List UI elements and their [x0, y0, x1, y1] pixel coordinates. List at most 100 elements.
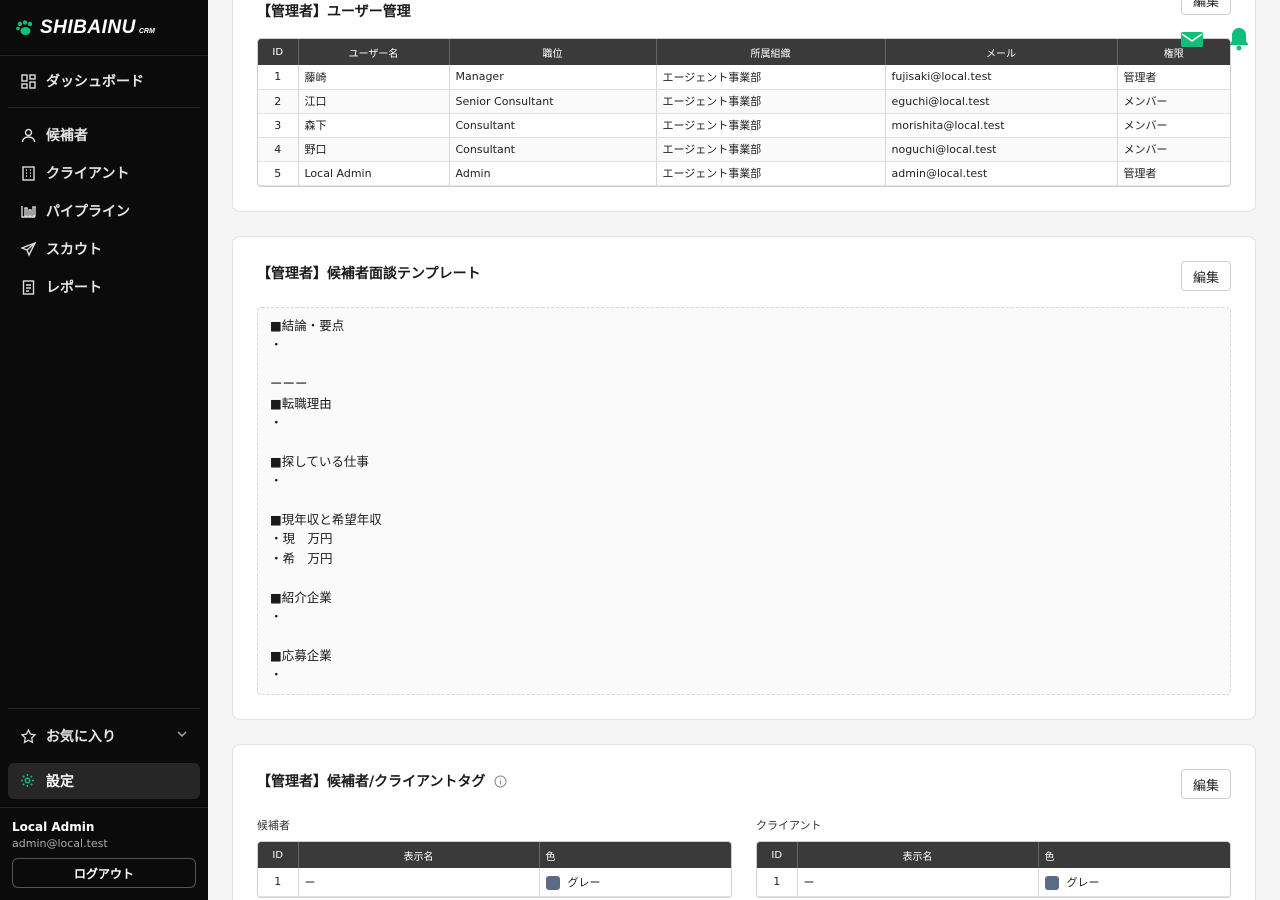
sidebar-item-label: レポート	[46, 280, 102, 296]
cell-position: Admin	[449, 161, 657, 186]
gear-icon	[20, 773, 36, 789]
candidate-tags-label: 候補者	[257, 819, 290, 832]
logout-button[interactable]: ログアウト	[12, 858, 196, 888]
pipeline-icon	[20, 203, 36, 219]
sidebar-item-label: 候補者	[46, 128, 88, 144]
header-icons	[1180, 26, 1250, 52]
logo[interactable]: SHIBAINU CRM	[0, 0, 208, 56]
cell-username: 森下	[298, 113, 450, 138]
cell-email: admin@local.test	[885, 161, 1118, 186]
cell-org: エージェント事業部	[656, 137, 886, 162]
cell-username: 江口	[298, 89, 450, 114]
table-row[interactable]: 4 野口 Consultant エージェント事業部 noguchi@local.…	[258, 137, 1230, 162]
users-card-title: 【管理者】ユーザー管理	[257, 4, 411, 20]
sidebar: SHIBAINU CRM ダッシュボード 候補者 クライアント パイプライン ス…	[0, 0, 208, 900]
cell-role: メンバー	[1117, 113, 1230, 138]
tags-edit-button[interactable]: 編集	[1181, 769, 1231, 799]
column-header[interactable]: 表示名	[797, 842, 1039, 868]
column-header[interactable]: 表示名	[298, 842, 540, 868]
dashboard-icon	[20, 73, 36, 89]
client-tags-label: クライアント	[756, 819, 822, 832]
column-header[interactable]: ID	[258, 842, 299, 868]
cell-email: eguchi@local.test	[885, 89, 1118, 114]
brand-sub: CRM	[138, 28, 155, 35]
mail-icon[interactable]	[1180, 29, 1204, 49]
cell-org: エージェント事業部	[656, 65, 886, 90]
cell-id: 4	[258, 137, 299, 162]
column-header[interactable]: 所属組織	[656, 39, 886, 65]
sidebar-item-label: クライアント	[46, 166, 130, 182]
cell-id: 1	[757, 868, 798, 897]
main-content: 【管理者】ユーザー管理 編集 ID ユーザー名 職位 所属組織 メール 権限 1	[208, 0, 1280, 900]
candidate-tags-table: ID 表示名 色 1 ー グレー	[257, 841, 732, 898]
sidebar-item-dashboard[interactable]: ダッシュボード	[8, 62, 200, 100]
person-icon	[20, 127, 36, 143]
users-card: 【管理者】ユーザー管理 編集 ID ユーザー名 職位 所属組織 メール 権限 1	[232, 0, 1256, 212]
cell-display-name: ー	[797, 868, 1039, 897]
table-row[interactable]: 3 森下 Consultant エージェント事業部 morishita@loca…	[258, 113, 1230, 138]
table-row[interactable]: 1 ー グレー	[757, 868, 1230, 897]
tags-card: 【管理者】候補者/クライアントタグ 編集 候補者 ID 表示名 色 1 ー グレ…	[232, 744, 1256, 900]
cell-org: エージェント事業部	[656, 161, 886, 186]
cell-email: morishita@local.test	[885, 113, 1118, 138]
sidebar-item-candidates[interactable]: 候補者	[8, 116, 200, 154]
sidebar-item-label: パイプライン	[46, 204, 130, 220]
cell-username: 野口	[298, 137, 450, 162]
cell-color[interactable]: グレー	[1038, 868, 1230, 897]
cell-username: 藤崎	[298, 65, 450, 90]
user-email: admin@local.test	[12, 837, 108, 850]
template-card: 【管理者】候補者面談テンプレート 編集 ■結論・要点 ・ ーーー ■転職理由 ・…	[232, 236, 1256, 720]
cell-position: Consultant	[449, 137, 657, 162]
table-row[interactable]: 1 藤崎 Manager エージェント事業部 fujisaki@local.te…	[258, 65, 1230, 90]
building-icon	[20, 165, 36, 181]
report-icon	[20, 279, 36, 295]
cell-color[interactable]: グレー	[539, 868, 731, 897]
table-row[interactable]: 5 Local Admin Admin エージェント事業部 admin@loca…	[258, 161, 1230, 186]
column-header[interactable]: ID	[258, 39, 299, 65]
column-header[interactable]: 色	[539, 842, 731, 868]
cell-org: エージェント事業部	[656, 89, 886, 114]
sidebar-item-label: お気に入り	[46, 729, 116, 745]
sidebar-item-scout[interactable]: スカウト	[8, 230, 200, 268]
column-header[interactable]: メール	[885, 39, 1118, 65]
sidebar-item-report[interactable]: レポート	[8, 268, 200, 306]
sidebar-item-clients[interactable]: クライアント	[8, 154, 200, 192]
cell-org: エージェント事業部	[656, 113, 886, 138]
cell-username: Local Admin	[298, 161, 450, 186]
cell-role: メンバー	[1117, 137, 1230, 162]
users-table: ID ユーザー名 職位 所属組織 メール 権限 1 藤崎 Manager エージ…	[257, 38, 1231, 187]
column-header[interactable]: ユーザー名	[298, 39, 450, 65]
sidebar-item-pipeline[interactable]: パイプライン	[8, 192, 200, 230]
template-edit-button[interactable]: 編集	[1181, 261, 1231, 291]
sidebar-item-label: ダッシュボード	[46, 74, 144, 90]
paw-icon	[16, 19, 33, 35]
sidebar-item-favorites[interactable]: お気に入り	[8, 717, 200, 755]
users-edit-button[interactable]: 編集	[1181, 0, 1231, 15]
cell-id: 5	[258, 161, 299, 186]
table-row[interactable]: 1 ー グレー	[258, 868, 731, 897]
table-row[interactable]: 2 江口 Senior Consultant エージェント事業部 eguchi@…	[258, 89, 1230, 114]
tags-card-header: 【管理者】候補者/クライアントタグ	[257, 771, 507, 791]
tags-card-title: 【管理者】候補者/クライアントタグ	[257, 774, 486, 790]
info-icon[interactable]	[494, 775, 507, 788]
bell-icon[interactable]	[1228, 26, 1250, 52]
cell-position: Consultant	[449, 113, 657, 138]
user-name: Local Admin	[12, 820, 95, 834]
brand-name: SHIBAINU	[40, 16, 136, 38]
color-label: グレー	[1066, 875, 1100, 889]
column-header[interactable]: ID	[757, 842, 798, 868]
chevron-down-icon	[176, 728, 188, 744]
cell-role: 管理者	[1117, 161, 1230, 186]
cell-display-name: ー	[298, 868, 540, 897]
column-header[interactable]: 色	[1038, 842, 1230, 868]
cell-email: noguchi@local.test	[885, 137, 1118, 162]
client-tags-table: ID 表示名 色 1 ー グレー	[756, 841, 1231, 898]
column-header[interactable]: 職位	[449, 39, 657, 65]
sidebar-item-settings[interactable]: 設定	[8, 763, 200, 799]
send-icon	[20, 241, 36, 257]
cell-id: 3	[258, 113, 299, 138]
color-swatch	[1044, 875, 1059, 890]
sidebar-item-label: スカウト	[46, 242, 102, 258]
cell-email: fujisaki@local.test	[885, 65, 1118, 90]
cell-role: 管理者	[1117, 65, 1230, 90]
